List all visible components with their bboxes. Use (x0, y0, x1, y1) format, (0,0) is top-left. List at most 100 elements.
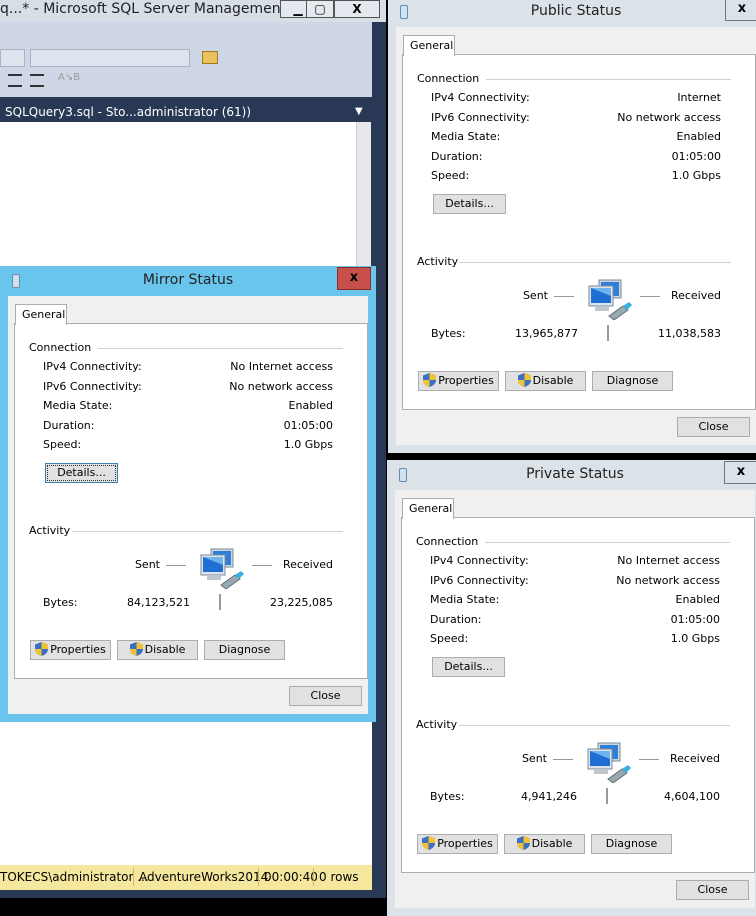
field-label: IPv4 Connectivity: (430, 554, 529, 567)
activity-group-label: Activity (416, 718, 458, 731)
network-icon-wrap (586, 741, 632, 786)
bytes-sent: 84,123,521 (127, 596, 190, 609)
tab-general[interactable]: General (402, 498, 454, 519)
field-value: 01:05:00 (670, 613, 720, 626)
replace-icon[interactable]: A↘B (58, 72, 80, 83)
divider (98, 348, 343, 349)
bytes-divider (607, 325, 609, 341)
dialog-close-x-button[interactable]: x (724, 461, 756, 484)
disable-label: Disable (532, 374, 574, 387)
field-label: Duration: (431, 150, 483, 163)
connection-group-label: Connection (416, 535, 479, 548)
dialog-close-x-button[interactable]: x (337, 267, 371, 290)
field-label: Speed: (43, 438, 82, 451)
field-value: No Internet access (230, 360, 333, 373)
close-button[interactable]: Close (677, 417, 750, 437)
bytes-received: 4,604,100 (664, 790, 720, 803)
disable-button[interactable]: Disable (117, 640, 198, 660)
tab-general[interactable]: General (15, 304, 67, 325)
divider (485, 542, 730, 543)
properties-button[interactable]: Properties (30, 640, 111, 660)
connection-group-label: Connection (29, 341, 92, 354)
document-tab[interactable]: SQLQuery3.sql - Sto...administrator (61)… (0, 97, 372, 122)
sent-line (554, 296, 574, 297)
sent-label: Sent (522, 289, 548, 302)
field-label: Speed: (431, 169, 470, 182)
details-button[interactable]: Details... (433, 194, 506, 214)
tab-dropdown-icon[interactable]: ▼ (355, 106, 363, 117)
sent-line (166, 565, 186, 566)
field-value: Enabled (675, 593, 720, 606)
bytes-sent: 4,941,246 (521, 790, 577, 803)
field-label: Duration: (43, 419, 95, 432)
sent-label: Sent (134, 558, 160, 571)
close-button[interactable]: Close (289, 686, 362, 706)
editor-scrollbar[interactable] (356, 122, 371, 266)
dialog-close-x-button[interactable]: x (725, 0, 756, 21)
field-value: 1.0 Gbps (283, 438, 333, 451)
disable-button[interactable]: Disable (504, 834, 585, 854)
received-line (640, 296, 660, 297)
disable-label: Disable (531, 837, 573, 850)
sent-line (553, 759, 573, 760)
diagnose-button[interactable]: Diagnose (204, 640, 285, 660)
bytes-divider (606, 788, 608, 804)
details-button[interactable]: Details... (432, 657, 505, 677)
mirror-status-dialog: Mirror Status x General Connection IPv4 … (0, 266, 376, 722)
private-status-dialog: Private Status x General Connection IPv4… (387, 460, 756, 916)
field-value: Enabled (676, 130, 721, 143)
results-pane (0, 722, 372, 865)
properties-label: Properties (438, 374, 494, 387)
network-computers-icon (587, 742, 631, 784)
activity-group-label: Activity (29, 524, 71, 537)
field-label: IPv4 Connectivity: (43, 360, 142, 373)
field-label: IPv4 Connectivity: (431, 91, 530, 104)
received-line (639, 759, 659, 760)
field-label: Duration: (430, 613, 482, 626)
maximize-button[interactable]: ▢ (306, 0, 334, 18)
dialog-title: Mirror Status (142, 272, 234, 288)
field-value: Internet (677, 91, 721, 104)
received-label: Received (282, 558, 333, 571)
field-value: 1.0 Gbps (670, 632, 720, 645)
bytes-label: Bytes: (431, 327, 466, 340)
outdent-icon[interactable] (30, 74, 44, 87)
field-value: No network access (617, 111, 721, 124)
status-rows: 0 rows (319, 870, 359, 884)
status-database: AdventureWorks2014 (139, 870, 269, 884)
field-value: Enabled (288, 399, 333, 412)
indent-icon[interactable] (8, 74, 22, 87)
field-value: 1.0 Gbps (671, 169, 721, 182)
connection-group-label: Connection (417, 72, 480, 85)
network-icon-wrap (587, 278, 633, 323)
field-value: 01:05:00 (283, 419, 333, 432)
dialog-title: Public Status (530, 3, 622, 19)
divider (486, 79, 731, 80)
tab-panel (14, 323, 368, 679)
diagnose-button[interactable]: Diagnose (591, 834, 672, 854)
open-folder-icon[interactable] (202, 51, 218, 64)
properties-button[interactable]: Properties (417, 834, 498, 854)
toolbar-combo-2[interactable] (30, 49, 190, 67)
status-user: TOKECS\administrator ... (0, 870, 149, 884)
field-label: Speed: (430, 632, 469, 645)
bytes-sent: 13,965,877 (515, 327, 578, 340)
disable-button[interactable]: Disable (505, 371, 586, 391)
divider (460, 262, 731, 263)
details-button[interactable]: Details... (45, 463, 118, 483)
tab-general[interactable]: General (403, 35, 455, 56)
ssms-close-button[interactable]: X (334, 0, 380, 18)
uac-shield-icon (422, 836, 436, 850)
uac-shield-icon (516, 836, 530, 850)
properties-button[interactable]: Properties (418, 371, 499, 391)
query-editor[interactable] (0, 122, 356, 266)
ssms-title: q...* - Microsoft SQL Server Management … (0, 1, 304, 17)
close-button[interactable]: Close (676, 880, 749, 900)
field-value: 01:05:00 (671, 150, 721, 163)
diagnose-button[interactable]: Diagnose (592, 371, 673, 391)
tab-panel (401, 517, 755, 873)
toolbar-combo-1[interactable] (0, 49, 25, 67)
public-status-dialog: Public Status x General Connection IPv4 … (388, 0, 756, 453)
dialog-title: Private Status (526, 466, 624, 482)
network-computers-icon (588, 279, 632, 321)
